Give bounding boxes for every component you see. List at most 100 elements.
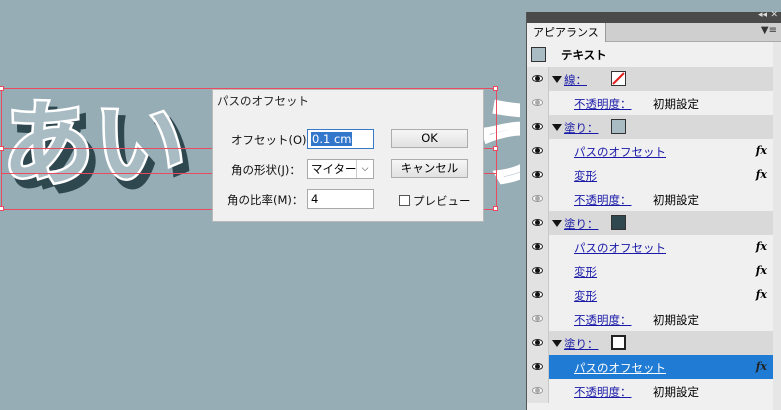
visibility-toggle[interactable] <box>527 139 549 163</box>
fx-icon[interactable]: fx <box>756 288 767 301</box>
effect-row[interactable]: 変形 fx <box>527 259 781 283</box>
selection-handle[interactable] <box>0 146 4 151</box>
visibility-toggle[interactable] <box>527 187 549 211</box>
panel-topbar: ◂◂ ✕ <box>527 10 781 23</box>
disclosure-triangle-icon[interactable] <box>552 76 562 83</box>
eye-icon <box>532 195 543 202</box>
effect-link[interactable]: 変形 <box>574 288 597 304</box>
eye-icon <box>532 315 543 322</box>
miter-value: 4 <box>311 192 319 206</box>
effect-link[interactable]: パスのオフセット <box>574 240 666 256</box>
disclosure-triangle-icon[interactable] <box>552 340 562 347</box>
selection-handle[interactable] <box>493 206 498 211</box>
effect-link[interactable]: パスのオフセット <box>574 144 666 160</box>
chevron-down-icon: ⌵ <box>356 160 373 178</box>
eye-icon <box>532 219 543 226</box>
selection-handle[interactable] <box>0 206 4 211</box>
fx-icon[interactable]: fx <box>756 240 767 253</box>
collapse-icon[interactable]: ◂◂ <box>758 10 767 20</box>
appearance-panel: ◂◂ ✕ アピアランス ▼≡ テキスト 線： 不透明度： 初期設定 塗り： パスのオフセ… <box>526 10 781 410</box>
visibility-toggle[interactable] <box>527 67 549 91</box>
eye-icon <box>532 171 543 178</box>
selection-handle[interactable] <box>493 86 498 91</box>
opacity-link[interactable]: 不透明度： <box>574 312 632 328</box>
visibility-toggle[interactable] <box>527 163 549 187</box>
disclosure-triangle-icon[interactable] <box>552 220 562 227</box>
opacity-link[interactable]: 不透明度： <box>574 384 632 400</box>
object-label: テキスト <box>561 48 607 62</box>
miter-limit-input[interactable]: 4 <box>307 189 374 209</box>
effect-row[interactable]: パスのオフセット fx <box>527 355 781 379</box>
opacity-value: 初期設定 <box>653 385 699 399</box>
visibility-toggle[interactable] <box>527 115 549 139</box>
offset-input[interactable]: 0.1 cm <box>307 129 374 149</box>
object-thumbnail <box>531 47 546 62</box>
tab-appearance[interactable]: アピアランス <box>527 23 606 42</box>
eye-icon <box>532 291 543 298</box>
eye-icon <box>532 267 543 274</box>
opacity-row[interactable]: 不透明度： 初期設定 <box>527 91 781 115</box>
fx-icon[interactable]: fx <box>756 168 767 181</box>
fill-label[interactable]: 塗り： <box>564 336 599 352</box>
joins-label: 角の形状(J)： <box>231 163 301 177</box>
visibility-toggle[interactable] <box>527 211 549 235</box>
fill-label[interactable]: 塗り： <box>564 216 599 232</box>
preview-checkbox[interactable] <box>399 195 410 206</box>
dialog-title: パスのオフセット <box>217 94 309 108</box>
panel-scrollbar[interactable] <box>773 42 781 410</box>
effect-row[interactable]: パスのオフセット fx <box>527 235 781 259</box>
fill-swatch[interactable] <box>611 335 626 350</box>
fill-row[interactable]: 塗り： <box>527 115 781 139</box>
effect-row[interactable]: 変形 fx <box>527 283 781 307</box>
opacity-row[interactable]: 不透明度： 初期設定 <box>527 187 781 211</box>
visibility-toggle[interactable] <box>527 379 549 403</box>
visibility-toggle[interactable] <box>527 259 549 283</box>
effect-link[interactable]: 変形 <box>574 264 597 280</box>
fill-label[interactable]: 塗り： <box>564 120 599 136</box>
visibility-toggle[interactable] <box>527 235 549 259</box>
ok-button[interactable]: OK <box>391 129 468 148</box>
panel-menu-icon[interactable]: ▼≡ <box>761 25 777 36</box>
stroke-label[interactable]: 線： <box>564 72 587 88</box>
stroke-row[interactable]: 線： <box>527 67 781 91</box>
opacity-row[interactable]: 不透明度： 初期設定 <box>527 379 781 403</box>
visibility-toggle[interactable] <box>527 355 549 379</box>
fx-icon[interactable]: fx <box>756 264 767 277</box>
eye-icon <box>532 75 543 82</box>
opacity-link[interactable]: 不透明度： <box>574 96 632 112</box>
cancel-button[interactable]: キャンセル <box>391 159 468 178</box>
visibility-toggle[interactable] <box>527 331 549 355</box>
opacity-value: 初期設定 <box>653 313 699 327</box>
fill-swatch[interactable] <box>611 215 626 230</box>
object-row[interactable]: テキスト <box>527 44 781 66</box>
eye-icon <box>532 363 543 370</box>
offset-value: 0.1 cm <box>311 132 353 146</box>
offset-path-dialog: パスのオフセット オフセット(O)： 0.1 cm 角の形状(J)： マイター … <box>212 89 484 222</box>
visibility-toggle[interactable] <box>527 307 549 331</box>
fill-swatch[interactable] <box>611 119 626 134</box>
selection-handle[interactable] <box>0 86 4 91</box>
disclosure-triangle-icon[interactable] <box>552 124 562 131</box>
selection-handle[interactable] <box>493 146 498 151</box>
offset-label: オフセット(O)： <box>231 133 319 147</box>
close-icon[interactable]: ✕ <box>770 10 778 20</box>
effect-row[interactable]: 変形 fx <box>527 163 781 187</box>
fx-icon[interactable]: fx <box>756 144 767 157</box>
visibility-toggle[interactable] <box>527 283 549 307</box>
eye-icon <box>532 387 543 394</box>
opacity-row[interactable]: 不透明度： 初期設定 <box>527 307 781 331</box>
opacity-link[interactable]: 不透明度： <box>574 192 632 208</box>
effect-link[interactable]: 変形 <box>574 168 597 184</box>
visibility-toggle[interactable] <box>527 91 549 115</box>
eye-icon <box>532 99 543 106</box>
effect-row[interactable]: パスのオフセット fx <box>527 139 781 163</box>
fx-icon[interactable]: fx <box>756 360 767 373</box>
fill-row[interactable]: 塗り： <box>527 211 781 235</box>
joins-select[interactable]: マイター ⌵ <box>307 159 374 179</box>
preview-label: プレビュー <box>413 194 471 208</box>
miter-label: 角の比率(M)： <box>227 193 304 207</box>
effect-link[interactable]: パスのオフセット <box>574 360 666 376</box>
fill-row[interactable]: 塗り： <box>527 331 781 355</box>
eye-icon <box>532 123 543 130</box>
stroke-swatch[interactable] <box>611 71 626 86</box>
